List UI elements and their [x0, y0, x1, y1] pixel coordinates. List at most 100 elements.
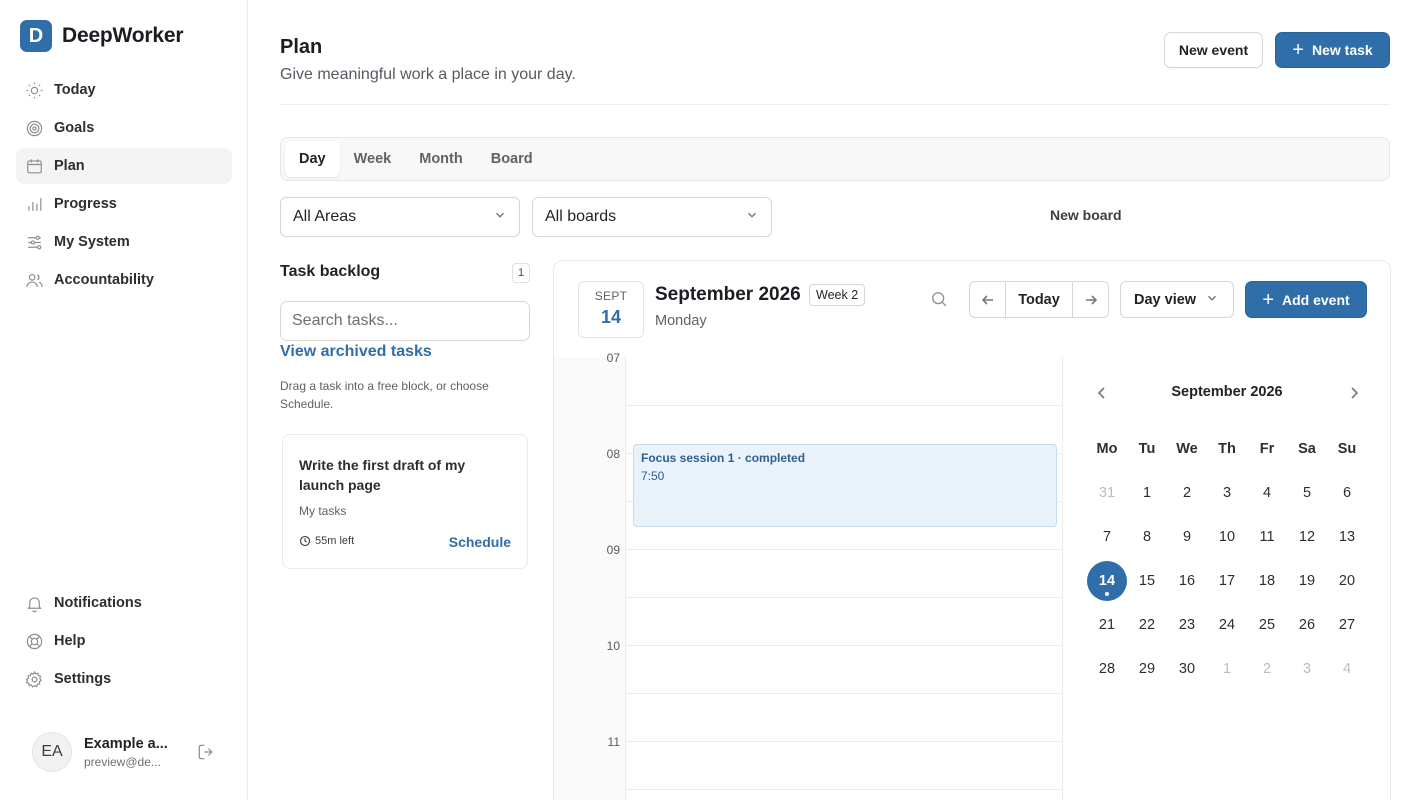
logout-icon[interactable]	[196, 742, 216, 762]
calendar-day[interactable]: 11	[1247, 515, 1287, 559]
chevron-right-icon[interactable]	[1346, 385, 1362, 401]
sidebar-item-help[interactable]: Help	[16, 623, 232, 659]
calendar-day[interactable]: 3	[1207, 471, 1247, 515]
calendar-day[interactable]: 25	[1247, 603, 1287, 647]
calendar-day[interactable]: 22	[1127, 603, 1167, 647]
calendar-day[interactable]: 7	[1087, 515, 1127, 559]
sidebar-item-label: Progress	[54, 196, 117, 212]
grid-line	[626, 597, 1063, 598]
sidebar-item-goals[interactable]: Goals	[16, 110, 232, 146]
chevron-down-icon	[493, 208, 507, 227]
gear-icon	[24, 669, 44, 689]
view-archived-link[interactable]: View archived tasks	[280, 343, 432, 361]
calendar-day[interactable]: 8	[1127, 515, 1167, 559]
calendar-day[interactable]: 29	[1127, 647, 1167, 691]
weekday-header: Mo	[1096, 441, 1118, 457]
chevron-down-icon	[745, 208, 759, 227]
mini-calendar-grid: Mo Tu We Th Fr Sa Su 31 1 2 3 4 5 6 7 8 9 10 11 12 13 14 15 16 1…	[1087, 427, 1367, 691]
calendar-day[interactable]: 24	[1207, 603, 1247, 647]
calendar-day[interactable]: 10	[1207, 515, 1247, 559]
calendar-day[interactable]: 6	[1327, 471, 1367, 515]
weekday-header: Th	[1218, 441, 1236, 457]
selected-day-number: 14	[1087, 561, 1127, 601]
tab-day[interactable]: Day	[285, 141, 340, 177]
calendar-day[interactable]: 20	[1327, 559, 1367, 603]
calendar-title: September 2026	[655, 284, 801, 305]
backlog-title: Task backlog	[280, 263, 381, 280]
calendar-day[interactable]: 17	[1207, 559, 1247, 603]
view-select-value: Day view	[1134, 291, 1197, 308]
calendar-day[interactable]: 12	[1287, 515, 1327, 559]
calendar-day[interactable]: 2	[1167, 471, 1207, 515]
search-icon[interactable]	[929, 289, 949, 309]
calendar-event[interactable]: Focus session 1 · completed 7:50	[633, 444, 1057, 527]
arrow-left-icon[interactable]	[970, 282, 1005, 317]
panel-divider	[1062, 357, 1063, 800]
page-subtitle: Give meaningful work a place in your day…	[280, 66, 576, 83]
calendar-day[interactable]: 1	[1207, 647, 1247, 691]
calendar-day[interactable]: 2	[1247, 647, 1287, 691]
brand-name: DeepWorker	[62, 24, 184, 47]
hour-label: 09	[606, 543, 620, 557]
tab-month[interactable]: Month	[405, 141, 476, 177]
calendar-day[interactable]: 1	[1127, 471, 1167, 515]
bar-chart-icon	[24, 194, 44, 214]
calendar-day[interactable]: 5	[1287, 471, 1327, 515]
sidebar-item-my-system[interactable]: My System	[16, 224, 232, 260]
sidebar-item-label: Help	[54, 633, 86, 649]
sidebar-item-label: My System	[54, 234, 130, 250]
calendar-day[interactable]: 26	[1287, 603, 1327, 647]
new-board-button[interactable]: New board	[1050, 207, 1122, 223]
add-event-button[interactable]: + Add event	[1245, 281, 1367, 318]
sidebar-item-progress[interactable]: Progress	[16, 186, 232, 222]
lifebuoy-icon	[24, 631, 44, 651]
arrow-right-icon[interactable]	[1073, 282, 1108, 317]
weekday-header: Sa	[1298, 441, 1316, 457]
task-search-input[interactable]	[280, 301, 530, 341]
calendar-day[interactable]: 31	[1087, 471, 1127, 515]
schedule-button[interactable]: Schedule	[449, 534, 511, 550]
calendar-day[interactable]: 28	[1087, 647, 1127, 691]
calendar-day[interactable]: 9	[1167, 515, 1207, 559]
bell-icon	[24, 593, 44, 613]
calendar-day[interactable]: 21	[1087, 603, 1127, 647]
day-time-grid[interactable]: 07 08 09 10 11 Focus session 1 · complet…	[554, 351, 1063, 800]
today-button[interactable]: Today	[1005, 282, 1073, 317]
calendar-day[interactable]: 30	[1167, 647, 1207, 691]
sidebar-item-accountability[interactable]: Accountability	[16, 262, 232, 298]
calendar-day[interactable]: 4	[1327, 647, 1367, 691]
new-task-button[interactable]: + New task	[1275, 32, 1390, 68]
brand-logo: D	[20, 20, 52, 52]
calendar-day[interactable]: 4	[1247, 471, 1287, 515]
calendar-day[interactable]: 15	[1127, 559, 1167, 603]
calendar-day-selected[interactable]: 14	[1087, 559, 1127, 603]
week-badge: Week 2	[809, 284, 866, 306]
secondary-nav: Notifications Help Settings	[16, 585, 232, 699]
user-profile[interactable]: EA Example a... preview@de...	[32, 732, 222, 772]
sidebar-item-plan[interactable]: Plan	[16, 148, 232, 184]
calendar-day[interactable]: 19	[1287, 559, 1327, 603]
day-number: 14	[1098, 573, 1116, 589]
new-task-label: New task	[1311, 42, 1373, 58]
sidebar-item-notifications[interactable]: Notifications	[16, 585, 232, 621]
view-select[interactable]: Day view	[1120, 281, 1234, 318]
brand[interactable]: D DeepWorker	[20, 20, 184, 52]
date-navigation: Today	[969, 281, 1109, 318]
calendar-day[interactable]: 16	[1167, 559, 1207, 603]
calendar-day[interactable]: 13	[1327, 515, 1367, 559]
sidebar-item-label: Goals	[54, 120, 95, 136]
calendar-day[interactable]: 18	[1247, 559, 1287, 603]
task-card[interactable]: Write the first draft of my launch page …	[282, 434, 528, 569]
new-event-button[interactable]: New event	[1164, 32, 1263, 68]
sidebar-item-today[interactable]: Today	[16, 72, 232, 108]
tab-week[interactable]: Week	[340, 141, 406, 177]
calendar-day[interactable]: 3	[1287, 647, 1327, 691]
areas-select[interactable]: All Areas	[280, 197, 520, 237]
sidebar-item-settings[interactable]: Settings	[16, 661, 232, 697]
tab-board[interactable]: Board	[477, 141, 547, 177]
calendar-day[interactable]: 27	[1327, 603, 1367, 647]
date-month: SEPT	[594, 289, 628, 303]
mini-calendar: September 2026 Mo Tu We Th Fr Sa Su 31 1 2 3 4 5 6 7 8 9…	[1084, 379, 1364, 677]
calendar-day[interactable]: 23	[1167, 603, 1207, 647]
boards-select[interactable]: All boards	[532, 197, 772, 237]
